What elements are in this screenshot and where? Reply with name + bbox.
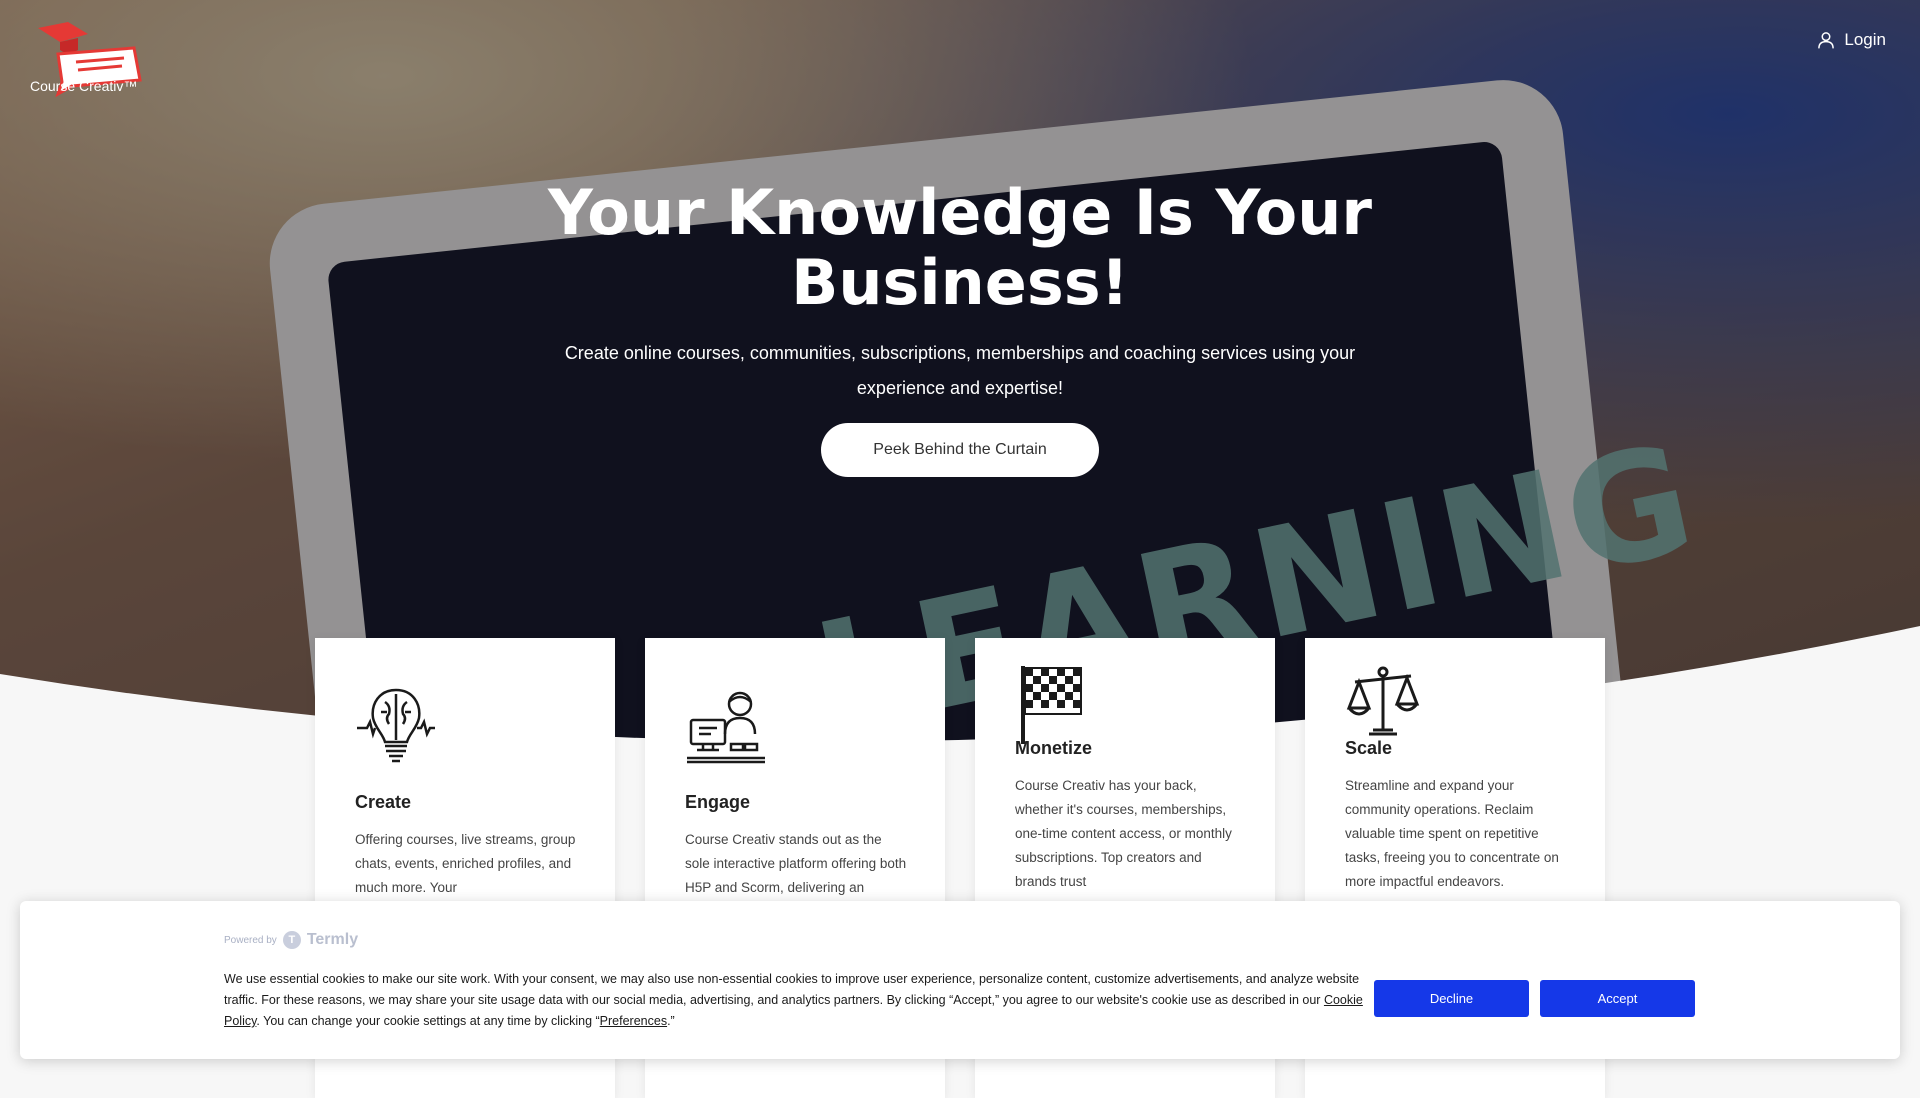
card-title: Engage [685, 792, 751, 812]
card-text: Streamline and expand your community ope… [1345, 778, 1559, 889]
decline-button[interactable]: Decline [1374, 980, 1529, 1017]
hero-subtitle: Create online courses, communities, subs… [564, 343, 1356, 398]
card-text: Course Creativ stands out as the sole in… [685, 832, 907, 895]
preferences-link[interactable]: Preferences [600, 1014, 667, 1028]
hero-curve-divider [0, 626, 1920, 780]
card-title: Scale [1345, 738, 1393, 758]
cookie-text-part1: We use essential cookies to make our sit… [224, 972, 1360, 1007]
card-title: Create [355, 792, 412, 812]
cookie-text-part2: . You can change your cookie settings at… [256, 1014, 600, 1028]
cookie-message: We use essential cookies to make our sit… [224, 969, 1364, 1032]
brain-lightbulb-icon [357, 688, 435, 763]
cookie-consent-banner: Powered by T Termly We use essential coo… [20, 901, 1900, 1059]
card-title: Monetize [1015, 738, 1093, 758]
powered-by-label: Powered by [224, 934, 277, 946]
termly-logo-icon: T [282, 931, 301, 949]
user-icon [1818, 32, 1835, 49]
checkered-flag-icon [1021, 666, 1082, 744]
hero-title: Your Knowledge Is Your Business! [0, 178, 1920, 318]
hero-title-line2: Business! [791, 246, 1129, 319]
hero-title-line1: Your Knowledge Is Your [548, 176, 1372, 249]
balance-scale-icon [1346, 666, 1420, 736]
cookie-text-part3: .” [667, 1014, 675, 1028]
peek-behind-curtain-button[interactable]: Peek Behind the Curtain [821, 423, 1099, 477]
person-at-computer-icon [687, 691, 765, 764]
termly-name: Termly [306, 931, 359, 948]
powered-by-termly[interactable]: Powered by T Termly [224, 931, 358, 949]
accept-button[interactable]: Accept [1540, 980, 1695, 1017]
card-text: Course Creativ has your back, whether it… [1015, 778, 1232, 889]
login-label: Login [1844, 30, 1886, 49]
brand-name: Course Creativ™ [30, 78, 138, 94]
card-text: Offering courses, live streams, group ch… [355, 832, 576, 895]
login-button[interactable]: Login [1816, 30, 1886, 50]
